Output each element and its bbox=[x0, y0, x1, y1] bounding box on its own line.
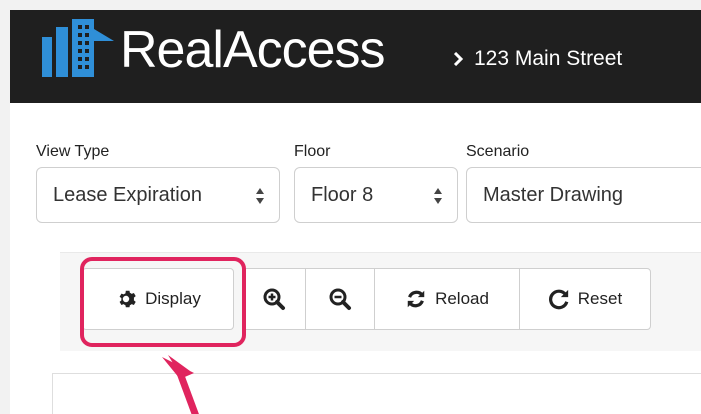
floor-label: Floor bbox=[294, 143, 331, 160]
reload-button-label: Reload bbox=[435, 289, 489, 308]
refresh-icon bbox=[407, 290, 425, 308]
zoom-in-icon bbox=[263, 288, 285, 310]
app-header: RealAccess 123 Main Street bbox=[10, 10, 701, 103]
scenario-label: Scenario bbox=[466, 143, 530, 160]
floor-plan-panel bbox=[52, 373, 701, 414]
window-frame: RealAccess 123 Main Street View Type Lea… bbox=[0, 0, 701, 414]
view-type-label: View Type bbox=[36, 143, 110, 160]
breadcrumb-address[interactable]: 123 Main Street bbox=[474, 46, 622, 72]
select-caret-icon bbox=[434, 188, 442, 204]
reset-button-label: Reset bbox=[577, 289, 623, 308]
floor-value: Floor 8 bbox=[311, 183, 374, 206]
building-logo-icon bbox=[42, 19, 114, 77]
reset-icon bbox=[548, 289, 569, 310]
zoom-out-button[interactable] bbox=[305, 268, 375, 330]
pointer-arrow-icon bbox=[162, 355, 199, 414]
select-caret-icon bbox=[256, 188, 264, 204]
reload-button[interactable]: Reload bbox=[374, 268, 520, 330]
brand-name: RealAccess bbox=[120, 21, 386, 79]
floor-select[interactable]: Floor 8 bbox=[294, 167, 458, 223]
scenario-value: Master Drawing bbox=[483, 183, 624, 206]
view-type-select[interactable]: Lease Expiration bbox=[36, 167, 280, 223]
app-page: RealAccess 123 Main Street View Type Lea… bbox=[10, 10, 701, 414]
zoom-out-icon bbox=[329, 288, 351, 310]
breadcrumb[interactable]: 123 Main Street bbox=[452, 46, 622, 72]
zoom-in-button[interactable] bbox=[242, 268, 306, 330]
display-highlight-outline bbox=[80, 257, 246, 347]
reset-button[interactable]: Reset bbox=[519, 268, 651, 330]
scenario-select[interactable]: Master Drawing bbox=[466, 167, 701, 223]
view-type-value: Lease Expiration bbox=[53, 183, 202, 206]
chevron-right-icon bbox=[453, 52, 464, 66]
